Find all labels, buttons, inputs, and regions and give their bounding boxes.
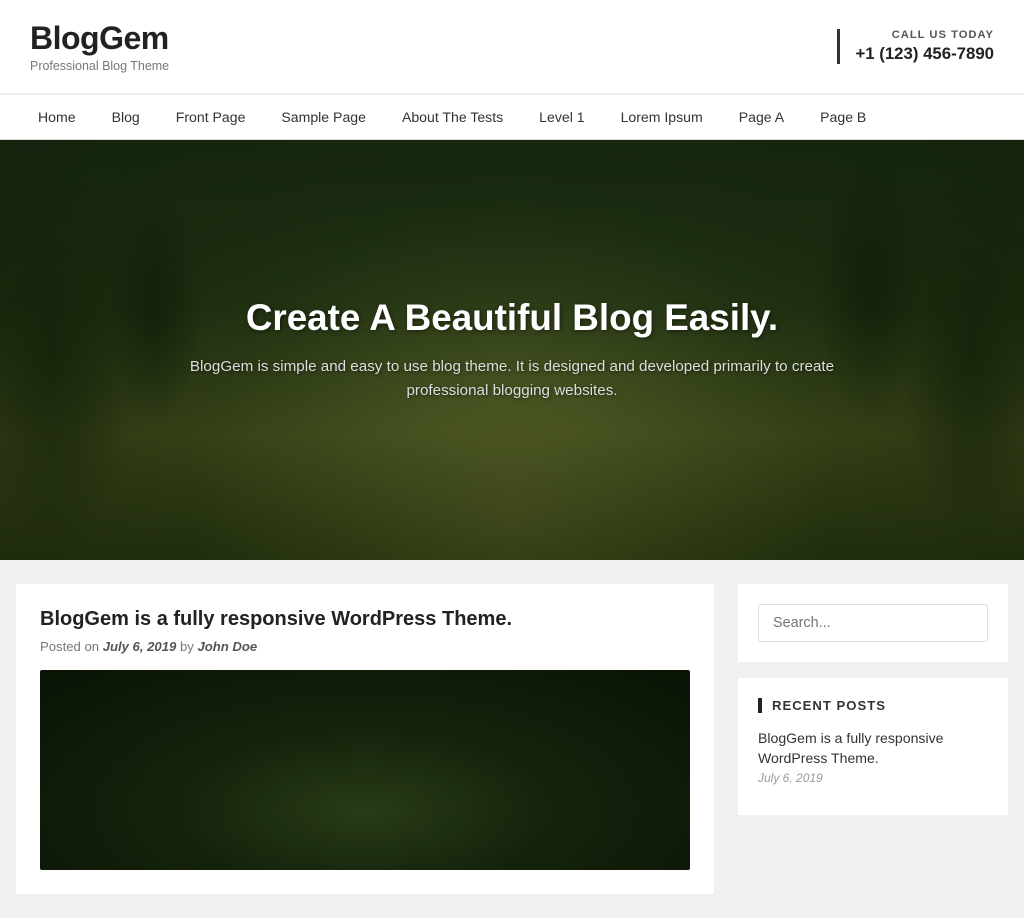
post-by: by: [180, 639, 198, 654]
nav-item-blog[interactable]: Blog: [94, 95, 158, 139]
nav-link-page-b[interactable]: Page B: [802, 95, 884, 139]
nav-link-about-tests[interactable]: About The Tests: [384, 95, 521, 139]
main-content: BlogGem is a fully responsive WordPress …: [0, 560, 1024, 918]
site-description: Professional Blog Theme: [30, 59, 169, 73]
posts-area: BlogGem is a fully responsive WordPress …: [16, 584, 714, 894]
call-label: CALL US TODAY: [855, 29, 994, 41]
site-header: BlogGem Professional Blog Theme CALL US …: [0, 0, 1024, 94]
nav-item-page-b[interactable]: Page B: [802, 95, 884, 139]
nav-link-page-a[interactable]: Page A: [721, 95, 802, 139]
recent-posts-widget: RECENT POSTS BlogGem is a fully responsi…: [738, 678, 1008, 815]
nav-item-sample-page[interactable]: Sample Page: [263, 95, 384, 139]
recent-post-title[interactable]: BlogGem is a fully responsive WordPress …: [758, 729, 988, 768]
post-meta-prefix: Posted on: [40, 639, 103, 654]
nav-link-blog[interactable]: Blog: [94, 95, 158, 139]
nav-link-level1[interactable]: Level 1: [521, 95, 602, 139]
nav-item-level1[interactable]: Level 1: [521, 95, 602, 139]
post-title: BlogGem is a fully responsive WordPress …: [40, 608, 690, 631]
post-author: John Doe: [197, 639, 257, 654]
hero-content: Create A Beautiful Blog Easily. BlogGem …: [162, 297, 862, 404]
post-article: BlogGem is a fully responsive WordPress …: [40, 608, 690, 870]
contact-info: CALL US TODAY +1 (123) 456-7890: [837, 29, 994, 64]
nav-list: Home Blog Front Page Sample Page About T…: [0, 95, 1024, 139]
site-nav: Home Blog Front Page Sample Page About T…: [0, 94, 1024, 140]
nav-item-page-a[interactable]: Page A: [721, 95, 802, 139]
recent-post-date: July 6, 2019: [758, 771, 988, 785]
nav-link-home[interactable]: Home: [20, 95, 94, 139]
nav-item-home[interactable]: Home: [20, 95, 94, 139]
nav-item-lorem-ipsum[interactable]: Lorem Ipsum: [603, 95, 721, 139]
search-input[interactable]: [758, 604, 988, 642]
recent-post-item: BlogGem is a fully responsive WordPress …: [758, 729, 988, 785]
phone-number: +1 (123) 456-7890: [855, 44, 994, 64]
hero-section: Create A Beautiful Blog Easily. BlogGem …: [0, 140, 1024, 560]
post-image: [40, 670, 690, 870]
sidebar: RECENT POSTS BlogGem is a fully responsi…: [738, 584, 1008, 894]
nav-item-front-page[interactable]: Front Page: [158, 95, 264, 139]
nav-link-front-page[interactable]: Front Page: [158, 95, 264, 139]
site-branding: BlogGem Professional Blog Theme: [30, 20, 169, 73]
post-date: July 6, 2019: [103, 639, 177, 654]
nav-item-about-tests[interactable]: About The Tests: [384, 95, 521, 139]
nav-link-lorem-ipsum[interactable]: Lorem Ipsum: [603, 95, 721, 139]
search-widget: [738, 584, 1008, 662]
hero-description: BlogGem is simple and easy to use blog t…: [182, 355, 842, 404]
post-meta: Posted on July 6, 2019 by John Doe: [40, 639, 690, 654]
recent-posts-title: RECENT POSTS: [758, 698, 988, 713]
hero-title: Create A Beautiful Blog Easily.: [182, 297, 842, 339]
site-title: BlogGem: [30, 20, 169, 57]
nav-link-sample-page[interactable]: Sample Page: [263, 95, 384, 139]
